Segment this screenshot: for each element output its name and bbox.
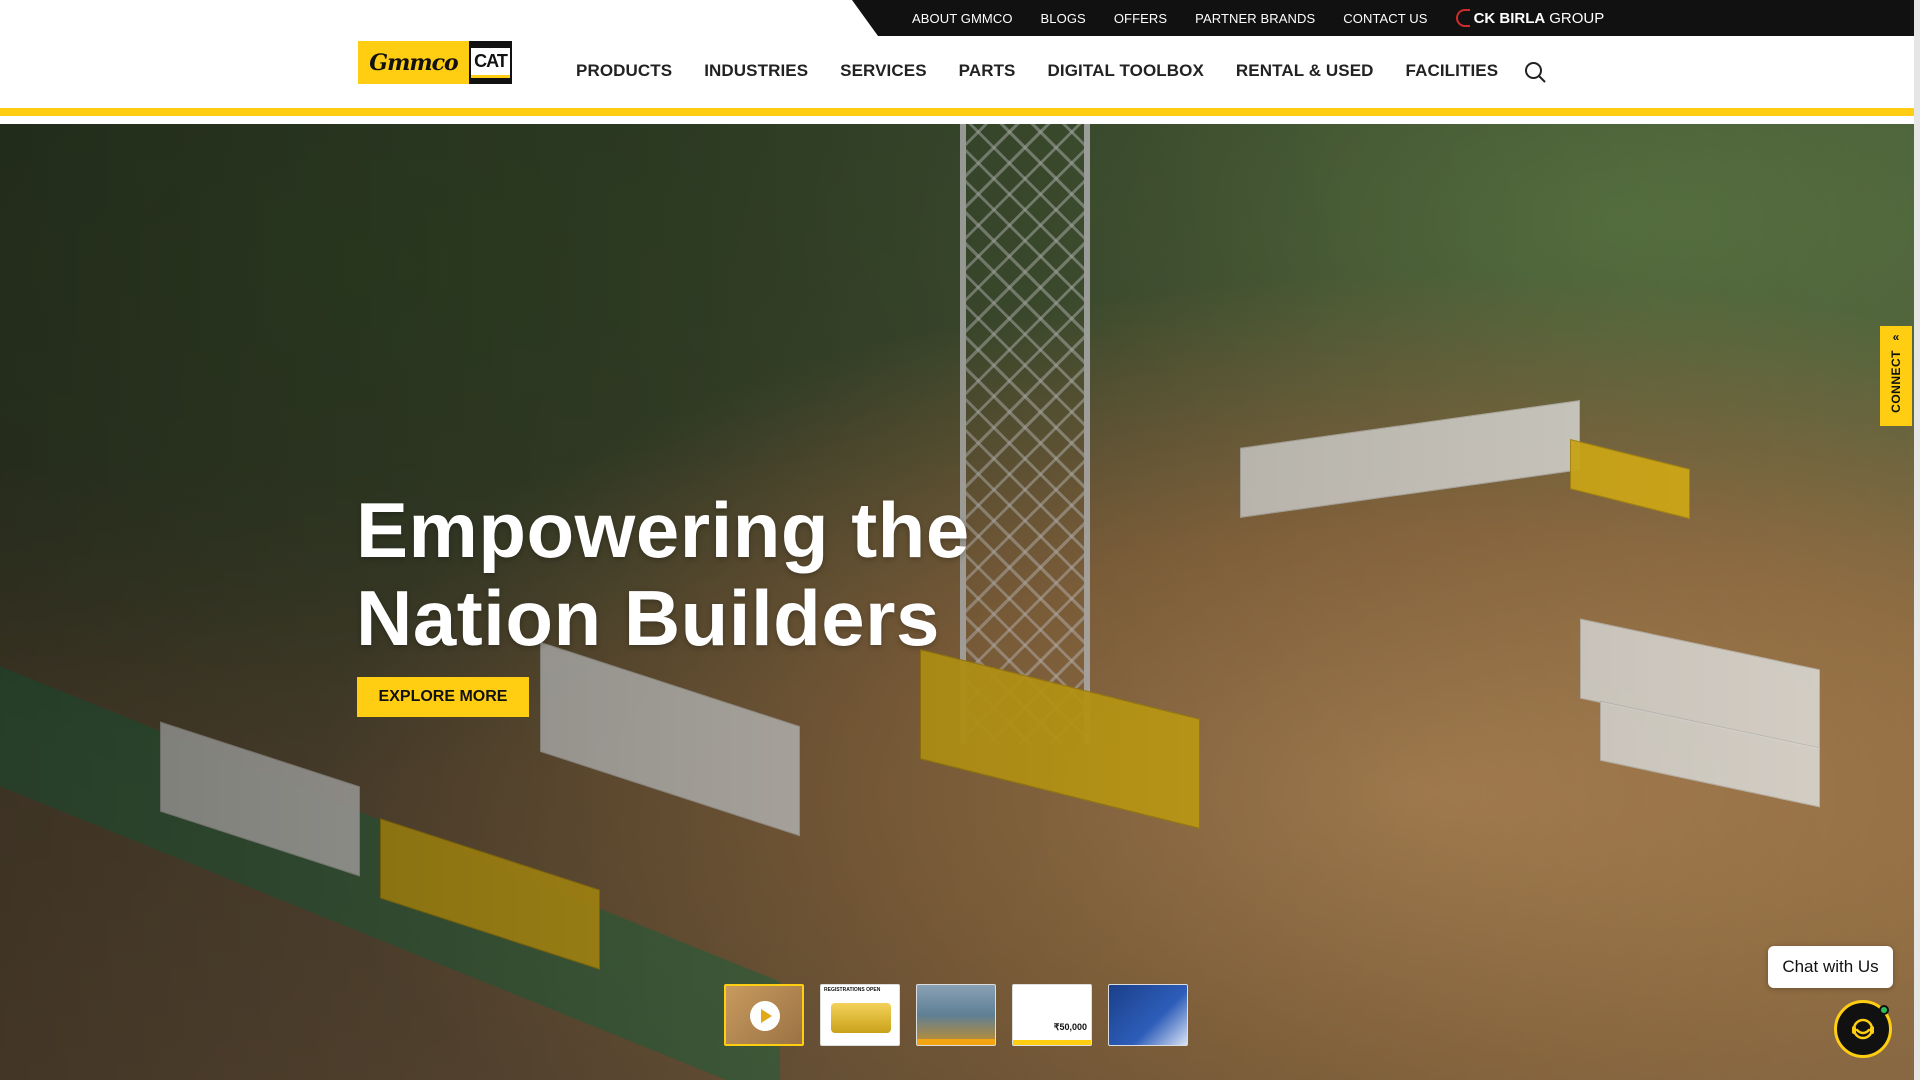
thumbnail-amount: ₹50,000 bbox=[1053, 1022, 1087, 1032]
ck-birla-arc-icon bbox=[1455, 9, 1470, 27]
thumbnail-caption: REGISTRATIONS OPEN bbox=[824, 987, 881, 993]
gmmco-cat-logo[interactable]: Gmmco CAT bbox=[358, 41, 512, 84]
ck-birla-text: CK BIRLA bbox=[1473, 9, 1546, 27]
nav-rental-used[interactable]: RENTAL & USED bbox=[1236, 61, 1374, 81]
blogs-link[interactable]: BLOGS bbox=[1041, 11, 1086, 26]
play-icon bbox=[750, 1001, 780, 1031]
nav-industries[interactable]: INDUSTRIES bbox=[704, 61, 808, 81]
double-chevron-left-icon: « bbox=[1892, 330, 1900, 344]
online-status-dot bbox=[1879, 1005, 1889, 1015]
connect-label: CONNECT bbox=[1889, 350, 1903, 413]
cat-logo-text: CAT bbox=[471, 47, 510, 78]
explore-more-button[interactable]: EXPLORE MORE bbox=[357, 677, 529, 717]
nav-digital-toolbox[interactable]: DIGITAL TOOLBOX bbox=[1048, 61, 1204, 81]
ck-birla-group-logo[interactable]: CK BIRLA GROUP bbox=[1455, 9, 1605, 27]
partner-brands-link[interactable]: PARTNER BRANDS bbox=[1195, 11, 1315, 26]
hero-title: Empowering the Nation Builders bbox=[356, 486, 1056, 662]
nav-services[interactable]: SERVICES bbox=[840, 61, 926, 81]
top-links: ABOUT GMMCO BLOGS OFFERS PARTNER BRANDS … bbox=[912, 0, 1604, 36]
about-gmmco-link[interactable]: ABOUT GMMCO bbox=[912, 11, 1013, 26]
chat-agent-icon bbox=[1852, 1018, 1874, 1040]
thumbnail-image bbox=[831, 1003, 891, 1033]
chat-button[interactable] bbox=[1834, 1000, 1892, 1058]
hero-banner: Empowering the Nation Builders EXPLORE M… bbox=[0, 124, 1914, 1080]
top-utility-bar: ABOUT GMMCO BLOGS OFFERS PARTNER BRANDS … bbox=[0, 0, 1914, 36]
search-icon[interactable] bbox=[1524, 61, 1546, 83]
connect-side-tab[interactable]: « CONNECT bbox=[1880, 326, 1912, 426]
thumbnail-image bbox=[1109, 985, 1187, 1045]
chat-with-us-label[interactable]: Chat with Us bbox=[1768, 946, 1893, 988]
main-navigation: Gmmco CAT PRODUCTS INDUSTRIES SERVICES P… bbox=[0, 36, 1914, 108]
nav-menu: PRODUCTS INDUSTRIES SERVICES PARTS DIGIT… bbox=[576, 36, 1530, 106]
gmmco-logo-text: Gmmco bbox=[358, 41, 469, 84]
thumbnail-registrations[interactable]: REGISTRATIONS OPEN bbox=[820, 984, 900, 1046]
nav-parts[interactable]: PARTS bbox=[959, 61, 1016, 81]
thumbnail-offer[interactable]: ₹50,000 bbox=[1012, 984, 1092, 1046]
cat-logo: CAT bbox=[469, 41, 512, 84]
nav-facilities[interactable]: FACILITIES bbox=[1406, 61, 1499, 81]
yellow-accent-bar bbox=[0, 108, 1914, 116]
contact-us-link[interactable]: CONTACT US bbox=[1343, 11, 1427, 26]
slide-thumbnails: REGISTRATIONS OPEN ₹50,000 bbox=[724, 984, 1204, 1046]
thumbnail-accent bbox=[917, 1039, 995, 1045]
thumbnail-excavator[interactable] bbox=[916, 984, 996, 1046]
page-scrollbar[interactable] bbox=[1914, 0, 1920, 1080]
offers-link[interactable]: OFFERS bbox=[1114, 11, 1167, 26]
thumbnail-accent bbox=[1013, 1040, 1091, 1045]
group-text: GROUP bbox=[1549, 9, 1605, 27]
thumbnail-partnership[interactable] bbox=[1108, 984, 1188, 1046]
thumbnail-image bbox=[917, 985, 995, 1045]
hero-title-line1: Empowering the bbox=[356, 486, 970, 574]
thumbnail-video[interactable] bbox=[724, 984, 804, 1046]
hero-title-line2: Nation Builders bbox=[356, 574, 940, 662]
nav-products[interactable]: PRODUCTS bbox=[576, 61, 672, 81]
